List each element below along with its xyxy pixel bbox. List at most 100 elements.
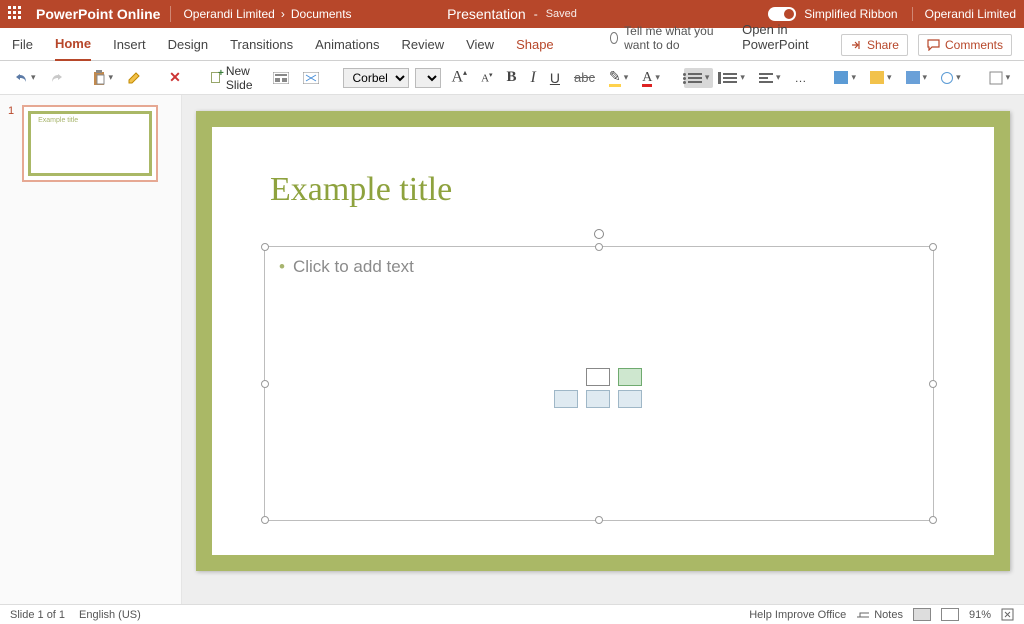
font-color-button[interactable]: A▾ (638, 67, 664, 89)
tab-design[interactable]: Design (168, 31, 208, 60)
language-status[interactable]: English (US) (79, 609, 141, 621)
paste-button[interactable]: ▾ (88, 67, 118, 89)
tab-review[interactable]: Review (401, 31, 444, 60)
tab-insert[interactable]: Insert (113, 31, 146, 60)
quick-styles-button[interactable]: ▾ (985, 68, 1015, 88)
numbering-button[interactable]: ▾ (719, 68, 749, 88)
shape-fill-button[interactable]: ▾ (830, 68, 860, 87)
tab-shape[interactable]: Shape (516, 31, 554, 60)
breadcrumb[interactable]: Operandi Limited › Documents (183, 7, 351, 21)
reset-button[interactable] (299, 69, 323, 87)
styles-icon (989, 71, 1003, 85)
resize-handle-l[interactable] (261, 380, 269, 388)
thumbnail-title: Example title (38, 117, 78, 124)
zoom-level[interactable]: 91% (969, 609, 991, 621)
new-slide-icon (211, 72, 220, 83)
slide-canvas[interactable]: Example title Click to add text (182, 95, 1024, 604)
comments-button[interactable]: Comments (918, 34, 1012, 56)
insert-online-picture-icon[interactable] (586, 390, 610, 408)
underline-button[interactable]: U (546, 67, 564, 89)
resize-handle-bl[interactable] (261, 516, 269, 524)
tell-me-search[interactable]: Tell me what you want to do (610, 24, 720, 60)
more-paragraph-button[interactable]: … (790, 68, 810, 88)
strikethrough-icon: abc (574, 70, 595, 85)
highlight-icon: ✎ (609, 69, 621, 86)
share-button[interactable]: Share (841, 34, 908, 56)
layout-button[interactable] (269, 69, 293, 87)
status-bar: Slide 1 of 1 English (US) Help Improve O… (0, 604, 1024, 624)
resize-handle-t[interactable] (595, 243, 603, 251)
arrange-button[interactable]: ▾ (937, 69, 965, 87)
thumbnail-slide-1[interactable]: 1 Example title (8, 105, 169, 182)
grow-font-button[interactable]: A▴ (447, 65, 471, 89)
slide-title[interactable]: Example title (270, 171, 452, 209)
breadcrumb-location[interactable]: Documents (291, 7, 352, 21)
ribbon: ▾ ▾ ✕ New Slide Corbel 22 A▴ A▾ B I U ab… (0, 61, 1024, 95)
shape-fill-icon (834, 71, 848, 84)
resize-handle-br[interactable] (929, 516, 937, 524)
layout-icon (273, 72, 289, 84)
bullets-button[interactable]: ▾ (684, 68, 714, 88)
insert-chart-icon[interactable] (618, 368, 642, 386)
app-launcher-icon[interactable] (8, 6, 24, 22)
italic-button[interactable]: I (527, 66, 540, 90)
delete-button[interactable]: ✕ (165, 66, 185, 89)
notes-label: Notes (874, 609, 903, 621)
reset-icon (303, 72, 319, 84)
insert-video-icon[interactable] (618, 390, 642, 408)
help-improve-link[interactable]: Help Improve Office (749, 609, 846, 621)
content-placeholder-text[interactable]: Click to add text (279, 257, 414, 277)
resize-handle-tl[interactable] (261, 243, 269, 251)
numbering-icon (723, 71, 737, 85)
rotate-handle[interactable] (594, 229, 604, 239)
undo-icon (14, 72, 28, 84)
font-name-select[interactable]: Corbel (343, 68, 409, 88)
new-slide-button[interactable]: New Slide (205, 61, 264, 95)
fit-to-window-button[interactable] (1001, 608, 1014, 621)
slideshow-view-button[interactable] (941, 608, 959, 621)
tab-animations[interactable]: Animations (315, 31, 379, 60)
normal-view-button[interactable] (913, 608, 931, 621)
highlight-button[interactable]: ✎▾ (605, 66, 632, 89)
tab-transitions[interactable]: Transitions (230, 31, 293, 60)
breadcrumb-org[interactable]: Operandi Limited (183, 7, 274, 21)
font-size-select[interactable]: 22 (415, 68, 441, 88)
bold-icon: B (507, 69, 517, 86)
share-icon (850, 39, 862, 51)
tab-file[interactable]: File (12, 31, 33, 60)
grow-font-icon: A▴ (451, 68, 467, 86)
title-dash: - (534, 7, 538, 21)
strikethrough-button[interactable]: abc (570, 67, 599, 88)
more-icon: … (794, 71, 806, 85)
format-painter-button[interactable] (123, 68, 145, 88)
bullets-icon (688, 71, 702, 85)
comments-label: Comments (945, 38, 1003, 52)
open-in-desktop[interactable]: Open in PowerPoint (742, 16, 819, 60)
resize-handle-tr[interactable] (929, 243, 937, 251)
undo-button[interactable]: ▾ (10, 69, 40, 87)
font-color-icon: A (642, 70, 652, 86)
resize-handle-b[interactable] (595, 516, 603, 524)
find-button[interactable] (1020, 68, 1024, 88)
insert-table-icon[interactable] (586, 368, 610, 386)
bold-button[interactable]: B (503, 66, 521, 89)
align-button[interactable]: ▾ (755, 68, 785, 88)
redo-button[interactable] (46, 69, 68, 87)
slide[interactable]: Example title Click to add text (196, 111, 1010, 571)
shape-effects-button[interactable]: ▾ (902, 68, 932, 87)
save-status: Saved (546, 8, 577, 20)
title-center: Presentation - Saved (447, 6, 577, 22)
tab-view[interactable]: View (466, 31, 494, 60)
tab-home[interactable]: Home (55, 30, 91, 61)
resize-handle-r[interactable] (929, 380, 937, 388)
account-name[interactable]: Operandi Limited (912, 7, 1016, 21)
thumbnail-preview[interactable]: Example title (22, 105, 158, 182)
presentation-name[interactable]: Presentation (447, 6, 526, 22)
shrink-font-button[interactable]: A▾ (477, 68, 496, 88)
insert-picture-icon[interactable] (554, 390, 578, 408)
underline-icon: U (550, 70, 560, 86)
shape-outline-button[interactable]: ▾ (866, 68, 896, 87)
shape-outline-icon (870, 71, 884, 84)
content-placeholder-box[interactable]: Click to add text (264, 246, 934, 521)
notes-button[interactable]: Notes (856, 609, 903, 621)
